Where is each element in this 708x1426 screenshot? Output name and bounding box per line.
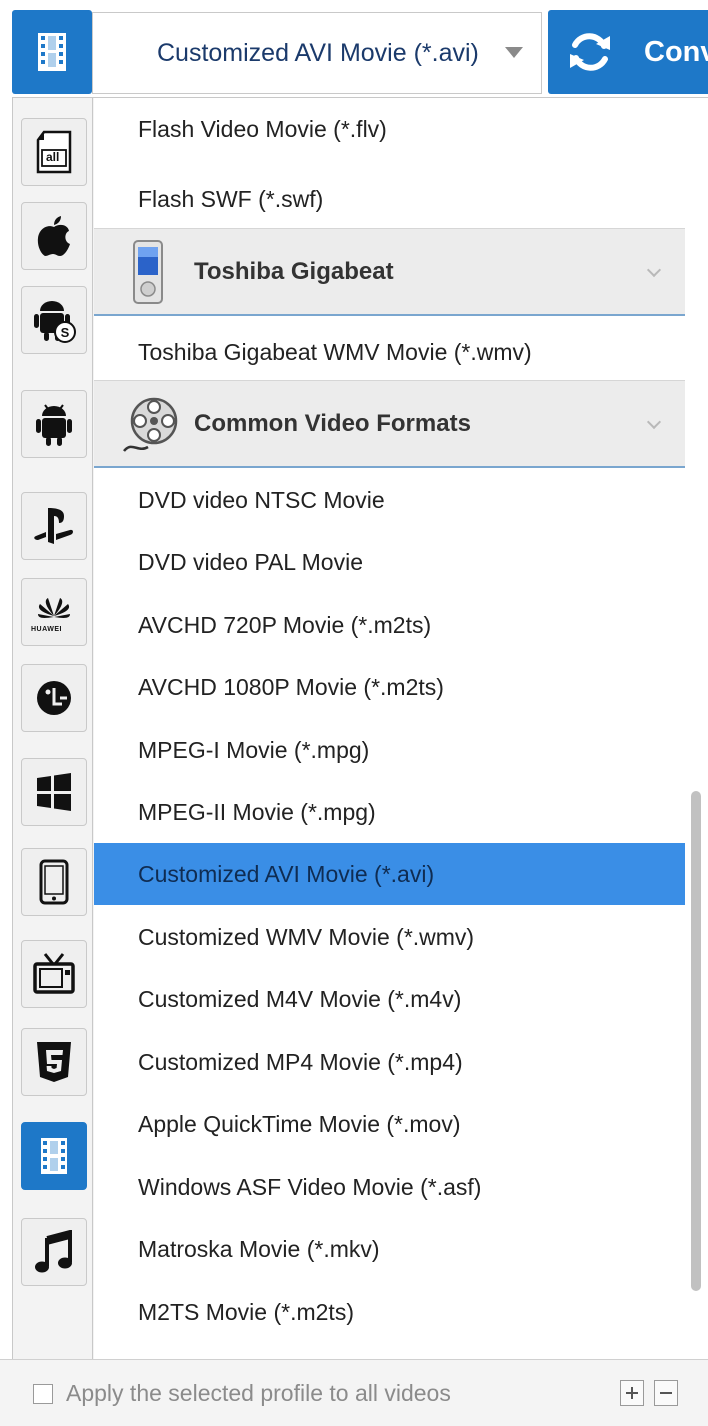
apply-all-label[interactable]: Apply the selected profile to all videos [66,1360,451,1426]
apple-icon [37,216,70,256]
html5-icon [37,1042,71,1082]
scrollbar-thumb[interactable] [691,791,701,1291]
format-item-matroska-mkv[interactable]: Matroska Movie (*.mkv) [94,1218,685,1280]
format-item-dvd-pal[interactable]: DVD video PAL Movie [94,531,685,593]
refresh-icon [570,33,610,71]
format-item-toshiba-wmv[interactable]: Toshiba Gigabeat WMV Movie (*.wmv) [94,321,685,383]
category-sidebar: all S HUAWEI [13,98,93,1360]
sidebar-item-all-formats[interactable]: all [21,118,87,186]
sidebar-item-video[interactable] [21,1122,87,1190]
sidebar-item-android[interactable] [21,390,87,458]
chevron-down-icon [505,47,523,58]
scrollbar[interactable] [685,98,708,1360]
chevron-down-icon [646,262,662,278]
profile-select-value: Customized AVI Movie (*.avi) [157,39,479,67]
android-icon [36,404,72,446]
format-item-mpeg1[interactable]: MPEG-I Movie (*.mpg) [94,719,685,781]
svg-text:S: S [61,325,70,340]
sidebar-item-phone[interactable] [21,848,87,916]
film-icon [38,33,66,71]
format-item-customized-wmv[interactable]: Customized WMV Movie (*.wmv) [94,906,685,968]
format-item-windows-asf[interactable]: Windows ASF Video Movie (*.asf) [94,1156,685,1218]
format-item-swf[interactable]: Flash SWF (*.swf) [94,168,685,230]
profile-select[interactable]: Customized AVI Movie (*.avi) [92,12,542,94]
format-item-customized-mp4[interactable]: Customized MP4 Movie (*.mp4) [94,1031,685,1093]
sidebar-item-playstation[interactable] [21,492,87,560]
format-item-customized-m4v[interactable]: Customized M4V Movie (*.m4v) [94,968,685,1030]
format-item-m2ts[interactable]: M2TS Movie (*.m2ts) [94,1281,685,1343]
group-header-toshiba-gigabeat[interactable]: Toshiba Gigabeat [94,228,685,316]
collapse-all-button[interactable] [654,1380,678,1406]
footer-bar: Apply the selected profile to all videos [0,1359,708,1426]
sidebar-item-html5[interactable] [21,1028,87,1096]
profile-category-button[interactable] [12,10,92,94]
film-icon [41,1138,67,1174]
profile-panel: all S HUAWEI Flash Video Movie (*.flv) F… [12,97,708,1360]
format-item-flv[interactable]: Flash Video Movie (*.flv) [94,98,685,160]
toshiba-player-icon [133,240,163,304]
format-item-avchd-720p[interactable]: AVCHD 720P Movie (*.m2ts) [94,594,685,656]
tv-icon [33,953,75,994]
sidebar-item-tv[interactable] [21,940,87,1008]
sidebar-item-android-samsung[interactable]: S [21,286,87,354]
format-item-customized-avi[interactable]: Customized AVI Movie (*.avi) [94,843,685,905]
chevron-down-icon [646,414,662,430]
expand-all-button[interactable] [620,1380,644,1406]
group-header-common-video-formats[interactable]: Common Video Formats [94,380,685,468]
sidebar-item-huawei[interactable]: HUAWEI [21,578,87,646]
sidebar-item-lg[interactable] [21,664,87,732]
playstation-icon [34,508,73,544]
convert-button-label: Conv [644,36,708,68]
format-item-dvd-ntsc[interactable]: DVD video NTSC Movie [94,469,685,531]
format-item-mpeg2[interactable]: MPEG-II Movie (*.mpg) [94,781,685,843]
apply-all-checkbox[interactable] [33,1384,53,1404]
lg-icon [37,681,71,715]
format-list: Flash Video Movie (*.flv) Flash SWF (*.s… [94,98,685,1360]
windows-icon [37,773,71,811]
sidebar-item-apple[interactable] [21,202,87,270]
plus-box-icon [626,1387,638,1399]
sidebar-item-music[interactable] [21,1218,87,1286]
format-item-quicktime-mov[interactable]: Apple QuickTime Movie (*.mov) [94,1093,685,1155]
convert-button[interactable]: Conv [548,10,708,94]
music-note-icon [35,1230,72,1273]
android-samsung-icon: S [34,301,76,343]
group-title: Common Video Formats [194,410,471,437]
minus-box-icon [660,1392,672,1394]
huawei-label: HUAWEI [31,626,62,633]
toolbar: Customized AVI Movie (*.avi) Conv [0,0,708,97]
phone-icon [39,859,69,905]
all-formats-label: all [46,150,60,164]
film-reel-icon [123,397,178,452]
group-title: Toshiba Gigabeat [194,258,394,285]
sidebar-item-windows[interactable] [21,758,87,826]
format-item-avchd-1080p[interactable]: AVCHD 1080P Movie (*.m2ts) [94,656,685,718]
